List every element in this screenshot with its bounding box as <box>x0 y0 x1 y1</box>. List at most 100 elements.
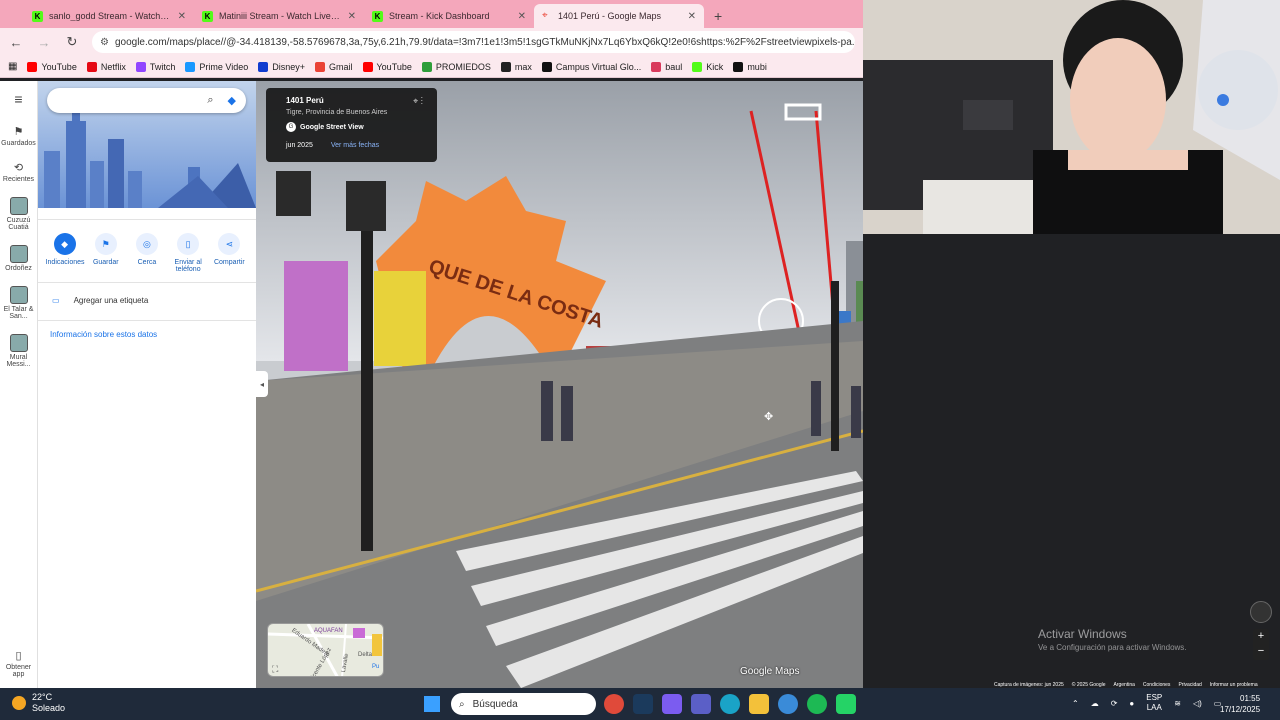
compass-icon[interactable] <box>1250 601 1272 623</box>
site-info-icon[interactable]: ⚙ <box>100 37 109 48</box>
bookmark-icon: ⚑ <box>94 233 117 255</box>
close-tab-icon[interactable]: ✕ <box>518 11 526 22</box>
zoom-in-icon[interactable]: + <box>1253 629 1269 644</box>
steam-app-icon[interactable] <box>633 694 653 714</box>
explorer-app-icon[interactable] <box>749 694 769 714</box>
expand-icon[interactable]: ⛶ <box>272 664 278 675</box>
bookmark-favicon-icon <box>258 61 269 72</box>
bookmark-item[interactable]: Campus Virtual Glo... <box>541 61 641 72</box>
windows-start-icon[interactable] <box>424 696 440 712</box>
more-dates-link[interactable]: Ver más fechas <box>331 142 379 149</box>
minimap-label: Delta <box>358 652 373 658</box>
data-info-link[interactable]: Información sobre estos datos <box>50 330 157 339</box>
browser-tab[interactable]: K Matiniii Stream - Watch Live on ✕ <box>194 4 364 28</box>
bookmark-item[interactable]: PROMIEDOS <box>421 61 491 72</box>
bookmark-item[interactable]: Netflix <box>86 61 126 72</box>
bookmark-item[interactable]: baul <box>651 61 682 72</box>
weather-widget[interactable]: 22°C Soleado <box>12 692 65 714</box>
tab-bar: Ksanlo_godd Stream - Watch Live ✕ K Matinii… <box>0 0 863 28</box>
search-icon[interactable]: ⌕ <box>207 94 213 107</box>
language-indicator[interactable]: ESP LAA <box>1146 693 1162 713</box>
back-icon[interactable]: ← <box>8 35 24 50</box>
bookmark-item[interactable]: Prime Video <box>185 61 249 72</box>
rail-item[interactable]: ⚑ Guardados <box>1 125 37 147</box>
bookmark-item[interactable]: YouTube <box>362 61 412 72</box>
spotify-app-icon[interactable] <box>807 694 827 714</box>
minimap[interactable]: AQUAFAN Eduardo Madero Delta Lavalle Vic… <box>267 623 384 677</box>
apps-grid-icon[interactable]: ▦ <box>8 61 17 72</box>
bookmark-label: Disney+ <box>272 61 305 72</box>
kick-icon: K <box>32 10 43 22</box>
chrome-app-icon[interactable] <box>604 694 624 714</box>
teams-app-icon[interactable] <box>691 694 711 714</box>
directions-icon[interactable]: ◆ <box>228 94 236 107</box>
rail-item[interactable]: El Talar & San... <box>1 286 37 320</box>
close-tab-icon[interactable]: ✕ <box>348 11 356 22</box>
rail-item[interactable]: Mural Messi... <box>1 334 37 368</box>
clock[interactable]: 01:55 17/12/2025 <box>1220 693 1260 715</box>
zoom-control[interactable]: + − <box>1253 629 1269 660</box>
pin-icon[interactable]: ⌖ <box>413 96 418 106</box>
bookmark-favicon-icon <box>692 61 703 72</box>
bookmark-item[interactable]: Disney+ <box>258 61 305 72</box>
bookmark-label: PROMIEDOS <box>435 61 491 72</box>
action-button[interactable]: ⚑ Guardar <box>87 233 125 273</box>
reload-icon[interactable]: ↻ <box>64 34 80 50</box>
bookmark-item[interactable]: Kick <box>692 61 723 72</box>
pinned-apps <box>604 694 856 714</box>
search-box[interactable]: ⌕ ◆ <box>47 88 246 113</box>
action-button[interactable]: ⋖ Compartir <box>210 233 248 273</box>
zoom-out-icon[interactable]: − <box>1253 644 1269 659</box>
whatsapp-app-icon[interactable] <box>836 694 856 714</box>
wifi-icon[interactable]: ≋ <box>1174 699 1181 708</box>
new-tab-button[interactable]: + <box>704 8 732 28</box>
capture-date[interactable]: jun 2025 <box>286 142 313 149</box>
more-icon[interactable]: ⋮ <box>421 96 423 106</box>
temperature: 22°C <box>32 692 53 702</box>
taskbar-search[interactable]: ⌕ Búsqueda <box>451 693 596 715</box>
browser-tab[interactable]: ⌖ 1401 Perú - Google Maps ✕ <box>534 4 704 28</box>
menu-icon[interactable]: ≡ <box>1 91 37 107</box>
bookmark-item[interactable]: Gmail <box>314 61 353 72</box>
bookmark-item[interactable]: max <box>500 61 532 72</box>
bookmark-label: Prime Video <box>199 61 249 72</box>
cloud-icon[interactable]: ☁ <box>1091 699 1099 708</box>
action-button[interactable]: ◆ Indicaciones <box>46 233 85 273</box>
bookmark-favicon-icon <box>185 61 196 72</box>
volume-icon[interactable]: ◁) <box>1193 699 1202 708</box>
action-button[interactable]: ▯ Enviar al teléfono <box>169 233 207 273</box>
bookmark-item[interactable]: Twitch <box>135 61 175 72</box>
street-view[interactable]: QUE DE LA COSTA <box>256 81 863 688</box>
rail-item[interactable]: ⟲ Recientes <box>1 161 37 183</box>
move-cursor-icon: ✥ <box>764 411 774 423</box>
chrome-active-app-icon[interactable] <box>778 694 798 714</box>
rail-item[interactable]: Ordoñez <box>1 245 37 272</box>
phone-icon: ▯ <box>15 650 22 662</box>
close-tab-icon[interactable]: ✕ <box>178 11 186 22</box>
place-thumbnail <box>9 197 28 215</box>
bookmark-item[interactable]: mubi <box>733 61 767 72</box>
taskbar: 22°C Soleado ⌕ Búsqueda ⌃ ☁ ⟳ ● ESP LAA … <box>0 688 1280 720</box>
url-field[interactable]: ⚙ google.com/maps/place//@-34.418139,-58… <box>92 31 855 53</box>
get-app-button[interactable]: ▯ Obtener app <box>1 649 37 678</box>
copilot-app-icon[interactable] <box>662 694 682 714</box>
sync-icon[interactable]: ⟳ <box>1111 699 1118 708</box>
place-thumbnail <box>9 245 28 263</box>
action-label: Guardar <box>92 259 119 266</box>
browser-tab[interactable]: Ksanlo_godd Stream - Watch Live ✕ <box>24 4 194 28</box>
mic-icon[interactable]: ● <box>1129 699 1134 708</box>
activate-windows-sub: Ve a Configuración para activar Windows. <box>1038 643 1187 652</box>
action-button[interactable]: ◎ Cerca <box>128 233 166 273</box>
add-label-row[interactable]: ▭ Agregar una etiqueta <box>52 296 148 305</box>
place-thumbnail <box>9 286 28 304</box>
close-tab-icon[interactable]: ✕ <box>688 11 696 22</box>
rail-item[interactable]: Cuzuzú Cuatiá <box>1 197 37 231</box>
collapse-panel-icon[interactable]: ◂ <box>256 371 268 397</box>
forward-icon[interactable]: → <box>36 35 52 50</box>
edge-app-icon[interactable] <box>720 694 740 714</box>
bookmark-item[interactable]: YouTube <box>27 61 77 72</box>
browser-tab[interactable]: K Stream - Kick Dashboard ✕ <box>364 4 534 28</box>
rail-item-label: Recientes <box>2 176 35 183</box>
place-illustration: ⌕ ◆ <box>38 81 256 208</box>
tray-overflow-icon[interactable]: ⌃ <box>1072 699 1079 708</box>
